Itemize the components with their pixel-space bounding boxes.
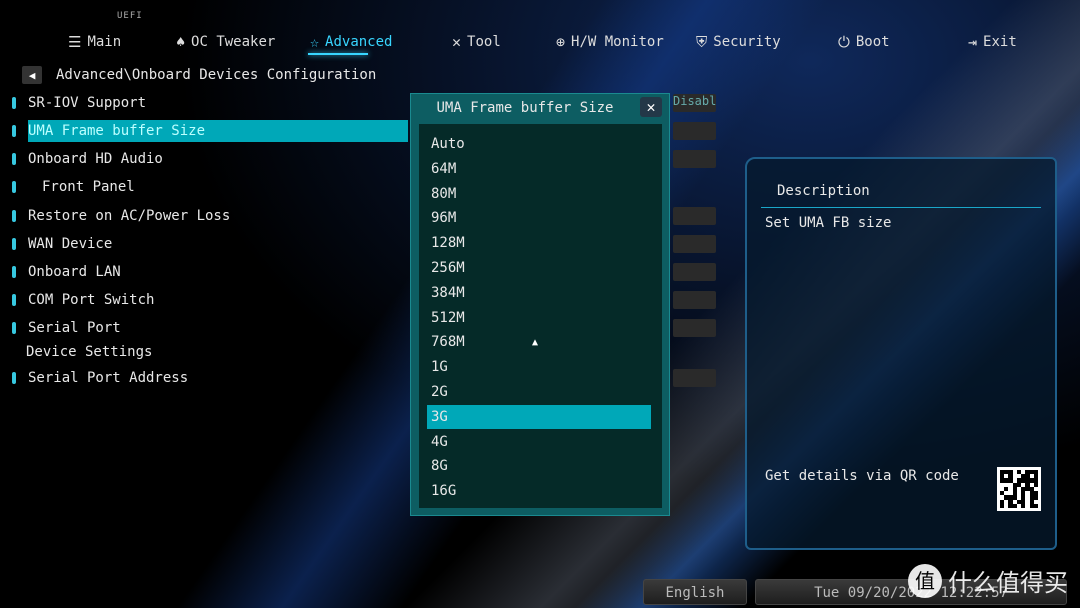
back-button[interactable]: ◀ — [22, 66, 42, 84]
tab-h-w-monitor[interactable]: ⊕ H/W Monitor — [556, 33, 664, 51]
setting-label: Restore on AC/Power Loss — [28, 208, 231, 224]
option-item[interactable]: 16G — [429, 479, 653, 503]
tab-oc-tweaker[interactable]: ♠ OC Tweaker — [176, 33, 275, 51]
setting-label: Onboard LAN — [28, 264, 121, 280]
tab-advanced[interactable]: ☆ Advanced — [310, 33, 392, 51]
tab-boot[interactable]: ⏻ Boot — [838, 33, 890, 51]
rocket-icon: ♠ — [176, 33, 186, 51]
item-marker — [12, 294, 16, 306]
item-marker — [12, 210, 16, 222]
setting-label: Serial Port Address — [28, 370, 189, 386]
tab-label: Main — [87, 34, 122, 50]
mouse-cursor-icon: ▲ — [532, 337, 539, 348]
setting-item[interactable]: Onboard LAN — [12, 262, 121, 282]
tab-label: Advanced — [325, 34, 393, 50]
item-marker — [12, 238, 16, 250]
setting-item[interactable]: Serial Port — [12, 318, 121, 338]
setting-label: Front Panel — [42, 179, 135, 195]
option-item[interactable]: 4G — [429, 430, 653, 454]
popup-title: UMA Frame buffer Size — [436, 100, 614, 116]
option-item[interactable]: 8G — [429, 454, 653, 478]
setting-value-box[interactable] — [673, 122, 716, 140]
description-text: Set UMA FB size — [765, 215, 892, 231]
power-icon: ⏻ — [838, 33, 850, 51]
item-marker — [12, 181, 16, 193]
description-panel: Description Set UMA FB size Get details … — [745, 157, 1057, 550]
setting-label: COM Port Switch — [28, 292, 155, 308]
option-item[interactable]: 128M — [429, 231, 653, 255]
qr-code-icon — [997, 467, 1041, 511]
close-button[interactable]: ✕ — [640, 97, 662, 117]
item-marker — [12, 97, 16, 109]
tab-tool[interactable]: ✕ Tool — [452, 33, 501, 51]
tab-label: Exit — [983, 34, 1017, 50]
divider — [761, 207, 1041, 208]
setting-value-box[interactable] — [673, 291, 716, 309]
setting-label: Onboard HD Audio — [28, 151, 163, 167]
item-marker — [12, 153, 16, 165]
option-item[interactable]: 512M — [429, 306, 653, 330]
setting-value-box[interactable] — [673, 150, 716, 168]
option-item[interactable]: 256M — [429, 256, 653, 280]
crosshair-icon: ⊕ — [556, 33, 566, 51]
shield-icon: ⛨ — [696, 33, 708, 51]
tab-main[interactable]: ☰ Main — [68, 33, 121, 51]
item-marker — [12, 125, 16, 137]
setting-value-box[interactable]: Disabled — [673, 94, 716, 112]
tab-exit[interactable]: ⇥ Exit — [968, 33, 1017, 51]
setting-value-box[interactable] — [673, 207, 716, 225]
option-item[interactable]: 3G — [427, 404, 651, 429]
item-marker — [12, 322, 16, 334]
option-item[interactable]: 96M — [429, 206, 653, 230]
uma-frame-buffer-popup: UMA Frame buffer Size ✕ Auto 64M 80M 96M 128… — [410, 93, 670, 516]
setting-value-box[interactable] — [673, 235, 716, 253]
setting-item[interactable]: COM Port Switch — [12, 290, 154, 310]
breadcrumb-text: Advanced\Onboard Devices Configuration — [56, 67, 377, 83]
star-icon: ☆ — [310, 33, 320, 51]
setting-item[interactable]: Restore on AC/Power Loss — [12, 206, 230, 226]
setting-item[interactable]: Onboard HD Audio — [12, 149, 163, 169]
setting-item[interactable]: Front Panel — [12, 177, 135, 197]
active-tab-underline — [308, 53, 368, 55]
options-list: Auto 64M 80M 96M 128M 256M 384M 512M 768M 1G 2G 3G 4… — [419, 124, 662, 508]
setting-label: SR-IOV Support — [28, 95, 147, 111]
setting-label: WAN Device — [28, 236, 113, 252]
setting-item[interactable]: Serial Port Address — [12, 368, 188, 388]
breadcrumb: ◀ Advanced\Onboard Devices Configuration — [22, 66, 376, 84]
description-heading: Description — [777, 183, 870, 199]
setting-item[interactable]: WAN Device — [12, 234, 112, 254]
watermark-logo: 值什么值得买 — [908, 563, 1068, 598]
option-item[interactable]: 768M — [429, 330, 653, 354]
setting-value-box[interactable] — [673, 319, 716, 337]
setting-label: UMA Frame buffer Size — [28, 120, 408, 142]
setting-value-box[interactable] — [673, 263, 716, 281]
tab-security[interactable]: ⛨ Security — [696, 33, 781, 51]
tools-icon: ✕ — [452, 33, 462, 51]
option-item[interactable]: 80M — [429, 182, 653, 206]
tab-label: Tool — [467, 34, 501, 50]
setting-item[interactable]: UMA Frame buffer Size — [12, 120, 408, 142]
brand-label: UEFI — [117, 11, 143, 21]
option-item[interactable]: Auto — [429, 132, 653, 156]
option-item[interactable]: 64M — [429, 157, 653, 181]
setting-label: Serial Port — [28, 320, 121, 336]
setting-item[interactable]: Device Settings — [12, 342, 152, 362]
setting-item[interactable]: SR-IOV Support — [12, 93, 146, 113]
option-item[interactable]: 2G — [429, 380, 653, 404]
language-button[interactable]: English — [643, 579, 747, 605]
tab-label: Security — [713, 34, 781, 50]
setting-label: Device Settings — [26, 344, 153, 360]
item-marker — [12, 372, 16, 384]
list-icon: ☰ — [68, 33, 82, 51]
tab-label: OC Tweaker — [191, 34, 276, 50]
option-item[interactable]: 384M — [429, 281, 653, 305]
setting-value-box[interactable] — [673, 369, 716, 387]
tab-label: Boot — [855, 34, 890, 50]
item-marker — [12, 266, 16, 278]
tab-label: H/W Monitor — [571, 34, 664, 50]
option-item[interactable]: 1G — [429, 355, 653, 379]
qr-caption: Get details via QR code — [765, 468, 959, 484]
exit-door-icon: ⇥ — [968, 33, 978, 51]
